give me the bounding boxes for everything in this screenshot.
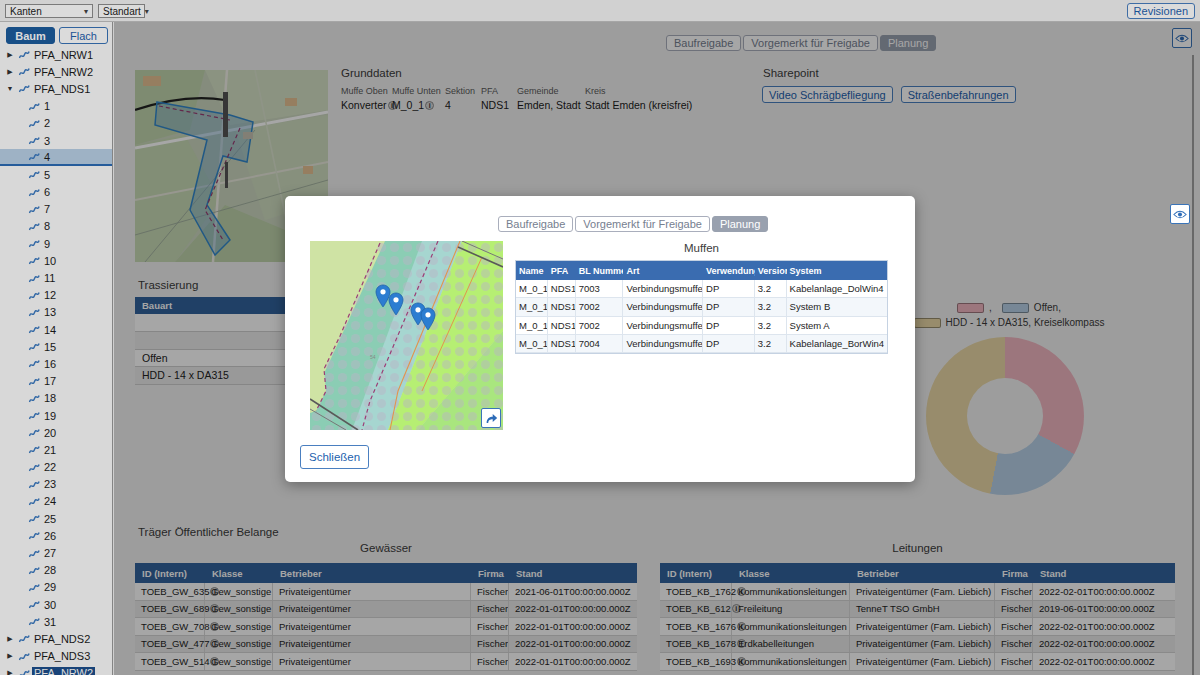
status-tab[interactable]: Baufreigabe xyxy=(498,216,573,232)
status-tab[interactable]: Planung xyxy=(712,216,768,232)
col-art: Art xyxy=(623,266,703,276)
share-map-button[interactable] xyxy=(481,408,501,428)
muffen-row[interactable]: M_0_1 NDS1 7002 Verbindungsmuffe DP 3.2 … xyxy=(516,317,887,335)
muffen-table: Name PFA BL Nummer Art Verwendung Versio… xyxy=(515,260,888,354)
eye-icon xyxy=(1173,210,1187,219)
col-verwendung: Verwendung xyxy=(703,266,755,276)
col-pfa: PFA xyxy=(548,266,576,276)
col-version: Version xyxy=(755,266,787,276)
muffen-row[interactable]: M_0_1 NDS1 7002 Verbindungsmuffe DP 3.2 … xyxy=(516,298,887,316)
app: Kanten ▾ Standart ▾ Revisionen Baum Flac… xyxy=(0,0,1200,675)
dialog-status-tabs: BaufreigabeVorgemerkt für FreigabePlanun… xyxy=(498,216,768,232)
share-arrow-icon xyxy=(485,412,498,424)
col-system: System xyxy=(787,266,887,276)
svg-text:54: 54 xyxy=(370,354,376,360)
muffen-title: Muffen xyxy=(515,242,888,254)
col-name: Name xyxy=(516,266,548,276)
col-bl-nummer: BL Nummer xyxy=(576,266,624,276)
muffen-row[interactable]: M_0_1 NDS1 7003 Verbindungsmuffe DP 3.2 … xyxy=(516,280,887,298)
muffen-body: M_0_1 NDS1 7003 Verbindungsmuffe DP 3.2 … xyxy=(516,280,887,353)
muffen-dialog: BaufreigabeVorgemerkt für FreigabePlanun… xyxy=(285,196,915,482)
muffen-row[interactable]: M_0_1 NDS1 7004 Verbindungsmuffe DP 3.2 … xyxy=(516,335,887,353)
visibility-toggle-button[interactable] xyxy=(1170,204,1190,224)
muffen-header: Name PFA BL Nummer Art Verwendung Versio… xyxy=(516,261,887,280)
close-button[interactable]: Schließen xyxy=(300,445,369,469)
status-tab[interactable]: Vorgemerkt für Freigabe xyxy=(575,216,710,232)
dialog-map[interactable]: 54 xyxy=(310,241,503,430)
